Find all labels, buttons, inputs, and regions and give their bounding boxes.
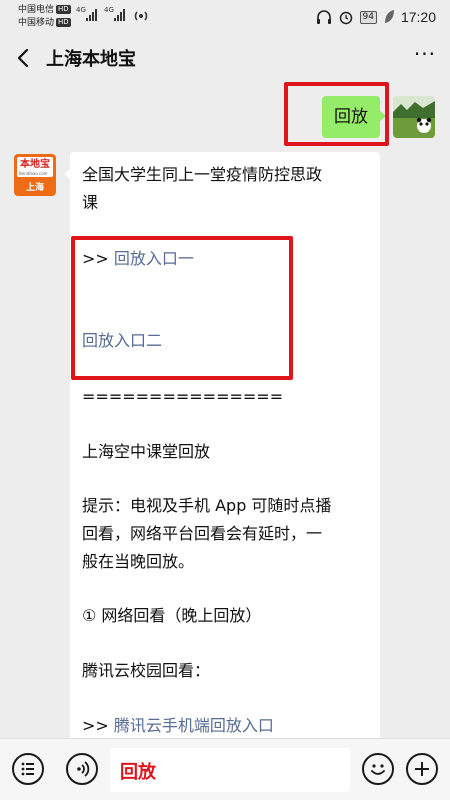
- status-right: 94 17:20: [316, 7, 436, 27]
- user-avatar[interactable]: [393, 96, 435, 138]
- signal-icon: [86, 9, 100, 21]
- highlight-box-reply: [284, 82, 389, 146]
- tip-line-1: 提示：电视及手机 App 可随时点播: [82, 496, 332, 515]
- network-replay-heading: ① 网络回看（晚上回放）: [82, 606, 262, 625]
- menu-button[interactable]: [12, 753, 44, 785]
- link-prefix: >>: [82, 716, 114, 735]
- smiley-icon: [371, 764, 385, 775]
- status-bar: 中国电信 HD 中国移动 HD 4G 4G 94 17:20: [0, 0, 450, 34]
- plus-icon: [415, 762, 429, 776]
- carrier-1: 中国电信 HD: [18, 5, 71, 15]
- input-bar: 回放: [0, 738, 450, 800]
- tencent-mobile-replay-link[interactable]: 腾讯云手机端回放入口: [114, 716, 274, 735]
- more-functions-button[interactable]: [406, 753, 438, 785]
- leaf-icon: [384, 10, 394, 23]
- alarm-icon: [339, 11, 352, 25]
- network-type-1: 4G: [76, 6, 86, 14]
- network-type-2: 4G: [104, 6, 114, 14]
- divider-line: ===============: [82, 387, 284, 406]
- signal-icon-2: [114, 9, 128, 21]
- emoji-button[interactable]: [362, 753, 394, 785]
- official-account-avatar[interactable]: 本地宝 Bendibao.com 上海: [14, 154, 56, 196]
- avatar-landscape-image: [393, 96, 435, 138]
- message-input[interactable]: 回放: [110, 748, 350, 792]
- highlight-box-entries: [71, 236, 293, 380]
- more-options-icon[interactable]: ···: [414, 42, 436, 66]
- chat-area[interactable]: 回放 本地宝 Bendibao.com 上海 全国大学生同上一堂疫情防控思政 课…: [0, 82, 450, 738]
- tencent-replay-row: >> 腾讯云手机端回放入口: [82, 713, 274, 738]
- message-input-text: 回放: [120, 762, 156, 783]
- tip-line-2: 回看，网络平台回看会有延时，一: [82, 524, 323, 543]
- battery-icon: 94: [359, 10, 377, 24]
- back-arrow-icon[interactable]: [12, 46, 36, 70]
- chat-title: 上海本地宝: [46, 49, 136, 70]
- article-title-line-1: 全国大学生同上一堂疫情防控思政: [82, 165, 323, 184]
- hotspot-icon: [134, 11, 148, 21]
- avatar-city-text: 上海: [25, 183, 44, 193]
- avatar-url-text: Bendibao.com: [19, 171, 48, 176]
- headphones-icon: [316, 10, 331, 24]
- voice-icon: [77, 761, 90, 777]
- nav-bar: 上海本地宝 ···: [0, 34, 450, 82]
- tencent-campus-heading: 腾讯云校园回看：: [82, 661, 211, 680]
- voice-button[interactable]: [66, 753, 98, 785]
- section-heading: 上海空中课堂回放: [82, 442, 211, 461]
- carrier-2: 中国移动 HD: [18, 18, 71, 28]
- article-title-line-2: 课: [82, 193, 99, 212]
- tip-line-3: 般在当晚回放。: [82, 552, 195, 571]
- menu-list-icon: [21, 762, 34, 776]
- clock: 17:20: [400, 9, 436, 25]
